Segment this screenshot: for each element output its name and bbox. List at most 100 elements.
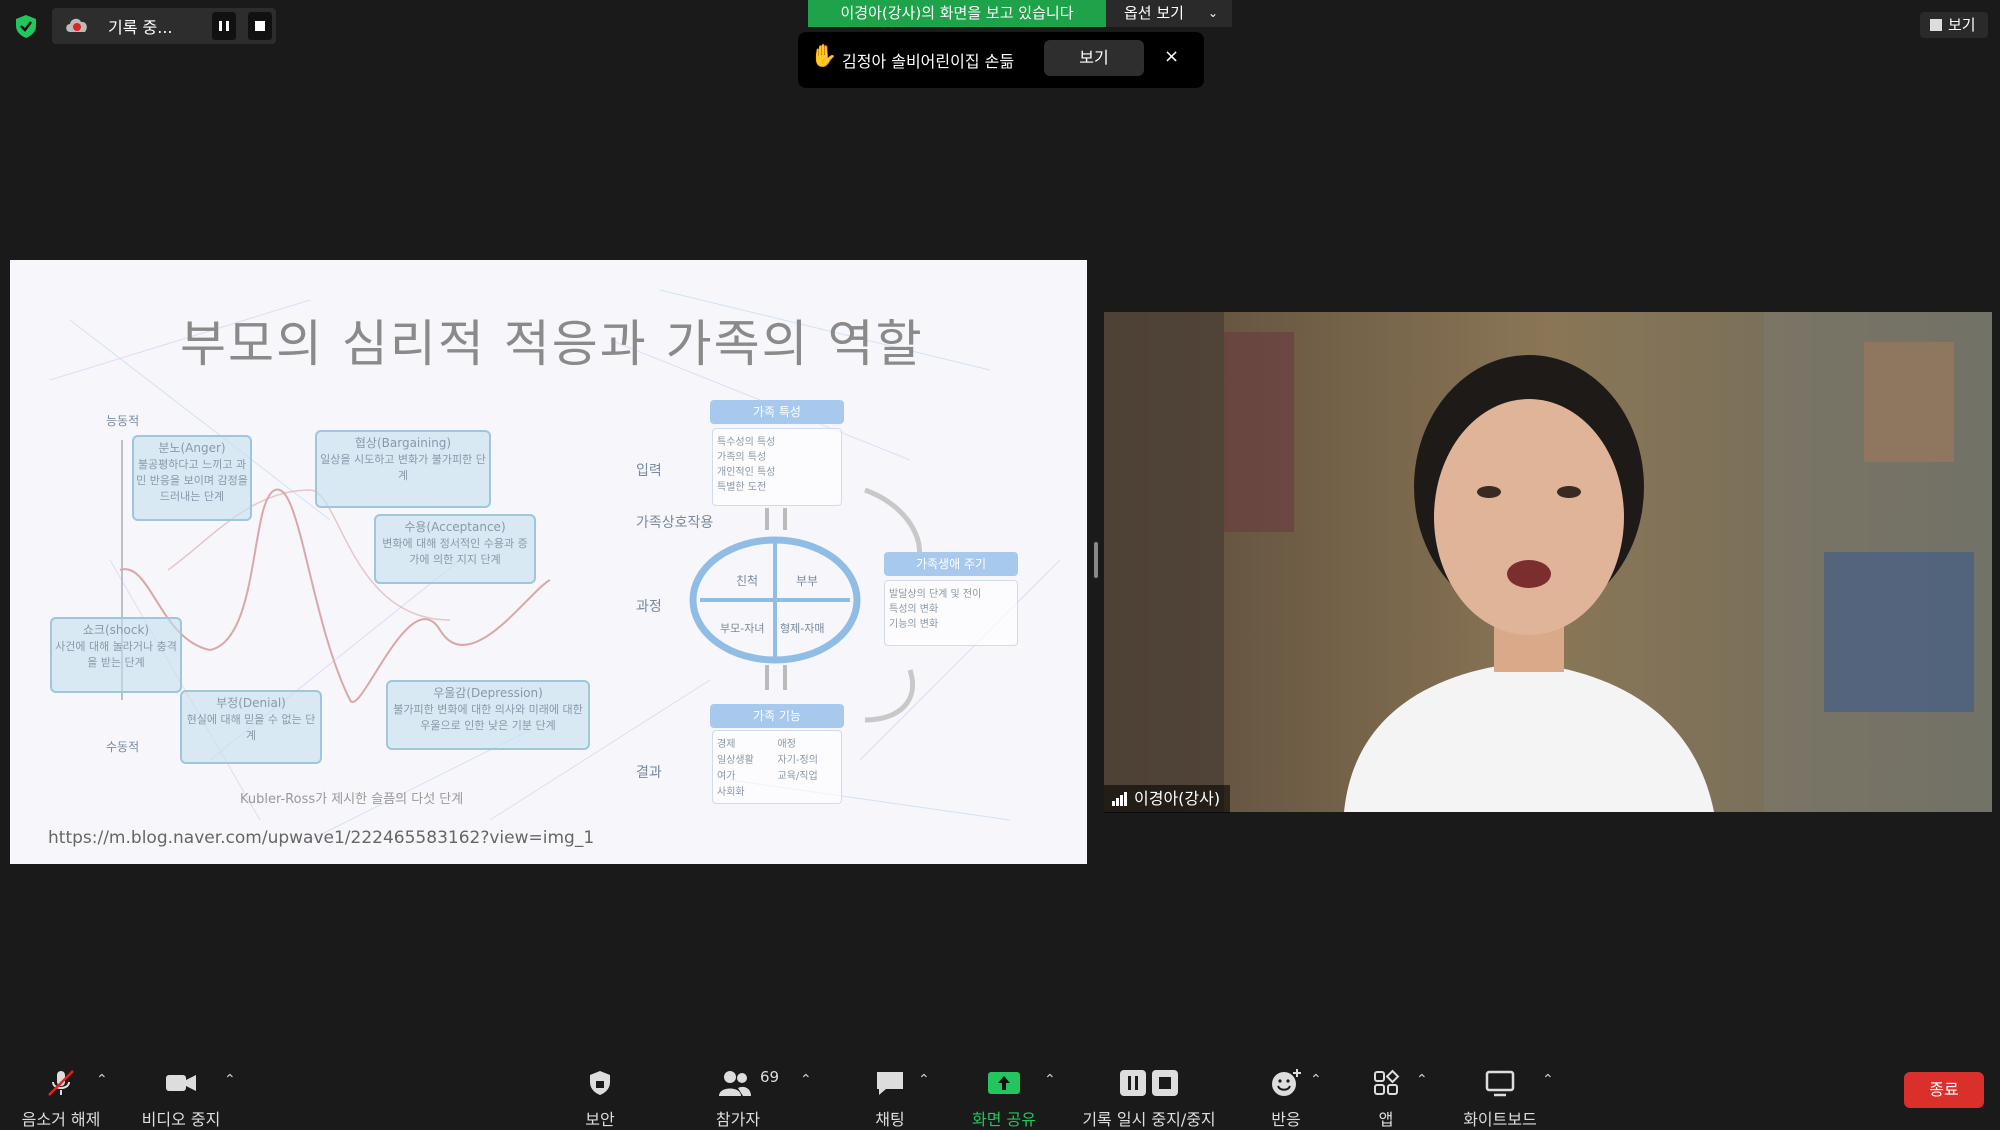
label-result: 결과 <box>636 765 662 781</box>
stage-anger: 분노(Anger) 불공평하다고 느끼고 과민 반응을 보이며 감정을 드러내는… <box>132 435 252 521</box>
participants-label: 참가자 <box>715 1110 761 1129</box>
raised-hand-icon: ✋ <box>810 44 838 69</box>
chat-options-caret[interactable]: ⌃ <box>918 1072 930 1088</box>
whiteboard-options-caret[interactable]: ⌃ <box>1542 1072 1554 1088</box>
share-options-caret[interactable]: ⌃ <box>1044 1072 1056 1088</box>
participant-video[interactable] <box>1104 312 1992 812</box>
participant-name: 이경아(강사) <box>1134 789 1221 808</box>
family-cycle-item: 발달상의 단계 및 전이 <box>889 589 982 600</box>
security-label: 보안 <box>585 1110 615 1129</box>
signal-strength-icon <box>1112 792 1127 806</box>
layout-view-icon <box>1930 19 1942 31</box>
family-func-item: 일상생활 <box>717 755 754 766</box>
quadrant-siblings: 형제-자매 <box>780 622 825 635</box>
stage-depression: 우울감(Depression) 불가피한 변화에 대한 의사와 미래에 대한 우… <box>386 680 590 750</box>
y-axis-top-label: 능동적 <box>106 414 140 428</box>
whiteboard-button[interactable]: 화이트보드 <box>1456 1068 1544 1130</box>
security-button[interactable]: 보안 <box>570 1068 630 1130</box>
unmute-label: 음소거 해제 <box>21 1110 101 1129</box>
viewing-screen-banner: 이경아(강사)의 화면을 보고 있습니다 <box>808 0 1106 27</box>
reactions-options-caret[interactable]: ⌃ <box>1310 1072 1322 1088</box>
stage-depression-text: 불가피한 변화에 대한 의사와 미래에 대한 우울으로 인한 낮은 기분 단계 <box>393 703 583 732</box>
stage-shock-text: 사건에 대해 놀라거나 충격을 받는 단계 <box>55 640 177 669</box>
share-screen-icon <box>988 1072 1020 1094</box>
cloud-record-icon <box>66 18 87 32</box>
stage-depression-title: 우울감(Depression) <box>433 686 543 700</box>
family-func-item: 사회화 <box>717 787 745 798</box>
apps-button[interactable]: 앱 <box>1366 1068 1406 1130</box>
shield-icon <box>590 1071 610 1095</box>
stop-video-button[interactable]: 비디오 중지 <box>136 1068 226 1130</box>
pause-recording-button[interactable] <box>212 12 236 40</box>
chevron-down-icon: ⌄ <box>1208 6 1219 20</box>
view-button-label: 보기 <box>1948 16 1976 34</box>
family-lifecycle-header: 가족생애 주기 <box>884 552 1018 576</box>
stage-acceptance: 수용(Acceptance) 변화에 대해 정서적인 수용과 증가에 의한 지지… <box>374 514 536 584</box>
participants-options-caret[interactable]: ⌃ <box>800 1072 812 1088</box>
reactions-button[interactable]: 반응 <box>1256 1068 1316 1130</box>
chat-bubble-icon <box>877 1072 903 1095</box>
family-func-item: 여가 <box>717 771 736 782</box>
family-characteristics-box: 특수성의 특성 가족의 특성 개인적인 특성 특별한 도전 <box>712 428 842 506</box>
quadrant-parent-child: 부모-자녀 <box>720 622 765 635</box>
notification-message: 김정아 솔비어린이집 손듦 <box>842 52 1015 71</box>
family-function-box: 경제 애정 일상생활 자기-정의 여가 교육/직업 사회화 <box>712 730 842 804</box>
quadrant-couple: 부부 <box>796 574 819 588</box>
label-process: 과정 <box>636 599 662 615</box>
stage-denial-title: 부정(Denial) <box>216 696 286 710</box>
people-icon <box>719 1071 751 1096</box>
stop-recording-button[interactable] <box>248 12 272 40</box>
view-options-dropdown[interactable]: 옵션 보기 ⌄ <box>1106 0 1232 27</box>
stage-denial: 부정(Denial) 현실에 대해 믿을 수 없는 단계 <box>180 690 322 764</box>
family-cycle-item: 특성의 변화 <box>889 604 939 615</box>
family-char-item: 특수성의 특성 <box>717 437 776 448</box>
participants-button[interactable]: 69 참가자 <box>700 1068 779 1130</box>
stage-denial-text: 현실에 대해 믿을 수 없는 단계 <box>186 713 316 742</box>
label-input: 입력 <box>636 463 662 479</box>
raise-hand-notification: ✋ 김정아 솔비어린이집 손듦 보기 × <box>798 32 1204 88</box>
recording-label: 기록 중... <box>108 18 173 37</box>
stage-bargaining-title: 협상(Bargaining) <box>354 436 452 450</box>
family-cycle-item: 기능의 변화 <box>889 619 939 630</box>
stage-shock-title: 쇼크(shock) <box>82 623 150 637</box>
stage-bargaining-text: 일상을 시도하고 변화가 불가피한 단계 <box>320 453 486 482</box>
security-shield-icon[interactable] <box>12 12 40 40</box>
slide-title: 부모의 심리적 적응과 가족의 역할 <box>180 315 924 373</box>
reactions-label: 반응 <box>1271 1110 1301 1129</box>
close-icon[interactable]: × <box>1164 46 1179 67</box>
pause-icon <box>219 21 229 31</box>
apps-icon <box>1374 1069 1400 1095</box>
audio-options-caret[interactable]: ⌃ <box>96 1072 108 1088</box>
notification-view-button[interactable]: 보기 <box>1044 40 1144 76</box>
end-meeting-button[interactable]: 종료 <box>1904 1072 1984 1108</box>
microphone-muted-icon <box>48 1070 74 1096</box>
label-interaction: 가족상호작용 <box>636 515 714 531</box>
split-view-handle[interactable] <box>1094 542 1098 578</box>
family-func-item: 경제 <box>717 739 736 750</box>
view-button[interactable]: 보기 <box>1920 12 1988 38</box>
stage-anger-text: 불공평하다고 느끼고 과민 반응을 보이며 감정을 드러내는 단계 <box>136 458 248 503</box>
video-frame <box>1104 312 1992 812</box>
family-char-item: 특별한 도전 <box>717 482 767 493</box>
diagram-caption: Kubler-Ross가 제시한 슬픔의 다섯 단계 <box>240 792 464 807</box>
pause-stop-recording-label: 기록 일시 중지/중지 <box>1082 1110 1216 1129</box>
whiteboard-label: 화이트보드 <box>1463 1110 1537 1129</box>
family-func-item: 자기-정의 <box>777 755 818 766</box>
stage-anger-title: 분노(Anger) <box>158 441 226 455</box>
unmute-button[interactable]: 음소거 해제 <box>16 1068 106 1130</box>
smiley-reaction-icon <box>1272 1069 1301 1096</box>
chat-button[interactable]: 채팅 <box>860 1068 920 1130</box>
shared-screen-slide: 부모의 심리적 적응과 가족의 역할 능동적 수동적 Kubler-Ross가 … <box>10 260 1087 864</box>
share-screen-button[interactable]: 화면 공유 <box>966 1068 1042 1130</box>
stop-icon <box>255 21 265 31</box>
apps-options-caret[interactable]: ⌃ <box>1416 1072 1428 1088</box>
pause-stop-recording-button[interactable]: 기록 일시 중지/중지 <box>1076 1068 1222 1130</box>
quadrant-relatives: 친척 <box>736 574 759 588</box>
stop-video-label: 비디오 중지 <box>141 1110 221 1129</box>
pause-stop-record-icon <box>1120 1070 1178 1096</box>
video-options-caret[interactable]: ⌃ <box>224 1072 236 1088</box>
participant-name-tag: 이경아(강사) <box>1104 785 1230 813</box>
apps-label: 앱 <box>1378 1110 1394 1129</box>
family-function-header: 가족 기능 <box>710 704 844 728</box>
stage-shock: 쇼크(shock) 사건에 대해 놀라거나 충격을 받는 단계 <box>50 617 182 693</box>
